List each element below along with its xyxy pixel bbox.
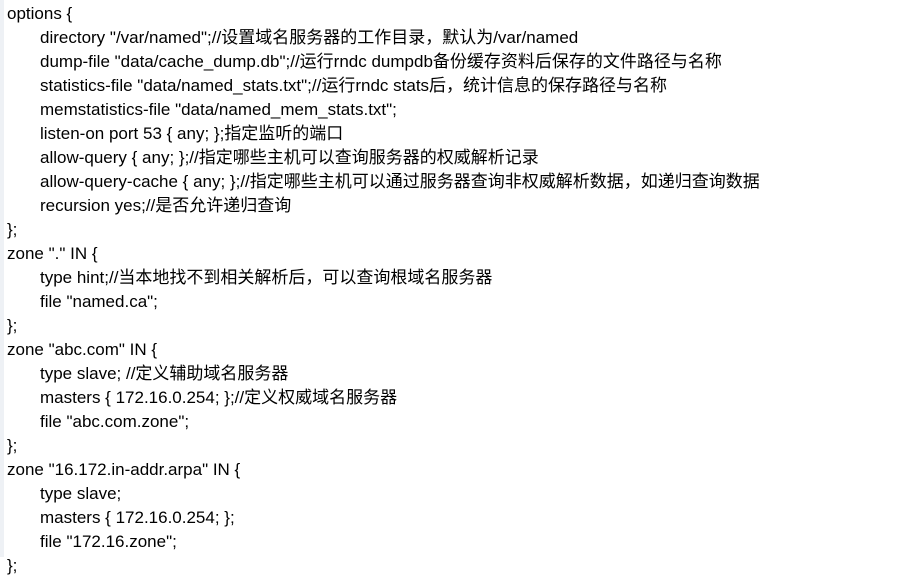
code-line: file "named.ca"; <box>40 292 158 311</box>
code-line: }; <box>7 436 18 455</box>
code-line: zone "16.172.in-addr.arpa" IN { <box>7 460 241 479</box>
code-line: type slave; <box>40 484 122 503</box>
code-line: }; <box>7 220 18 239</box>
code-line: dump-file "data/cache_dump.db";//运行rndc … <box>40 52 722 71</box>
code-listing-page: options { directory "/var/named";//设置域名服务… <box>0 0 907 575</box>
code-line: directory "/var/named";//设置域名服务器的工作目录，默认… <box>40 28 579 47</box>
code-line: zone "." IN { <box>7 244 98 263</box>
code-line: masters { 172.16.0.254; }; <box>40 508 235 527</box>
code-line: }; <box>7 556 18 575</box>
code-line: options { <box>7 4 73 23</box>
code-line: memstatistics-file "data/named_mem_stats… <box>40 100 397 119</box>
code-line: allow-query { any; };//指定哪些主机可以查询服务器的权威解… <box>40 148 539 167</box>
code-line: zone "abc.com" IN { <box>7 340 158 359</box>
code-line-container: options { directory "/var/named";//设置域名服务… <box>0 0 907 578</box>
code-line: recursion yes;//是否允许递归查询 <box>40 196 292 215</box>
code-line: }; <box>7 316 18 335</box>
code-line: type slave; //定义辅助域名服务器 <box>40 364 289 383</box>
code-line: allow-query-cache { any; };//指定哪些主机可以通过服… <box>40 172 760 191</box>
code-line: statistics-file "data/named_stats.txt";/… <box>40 76 668 95</box>
code-line: type hint;//当本地找不到相关解析后，可以查询根域名服务器 <box>40 268 493 287</box>
code-line: file "172.16.zone"; <box>40 532 177 551</box>
code-line: listen-on port 53 { any; };指定监听的端口 <box>40 124 344 143</box>
code-line: file "abc.com.zone"; <box>40 412 190 431</box>
code-line: masters { 172.16.0.254; };//定义权威域名服务器 <box>40 388 398 407</box>
